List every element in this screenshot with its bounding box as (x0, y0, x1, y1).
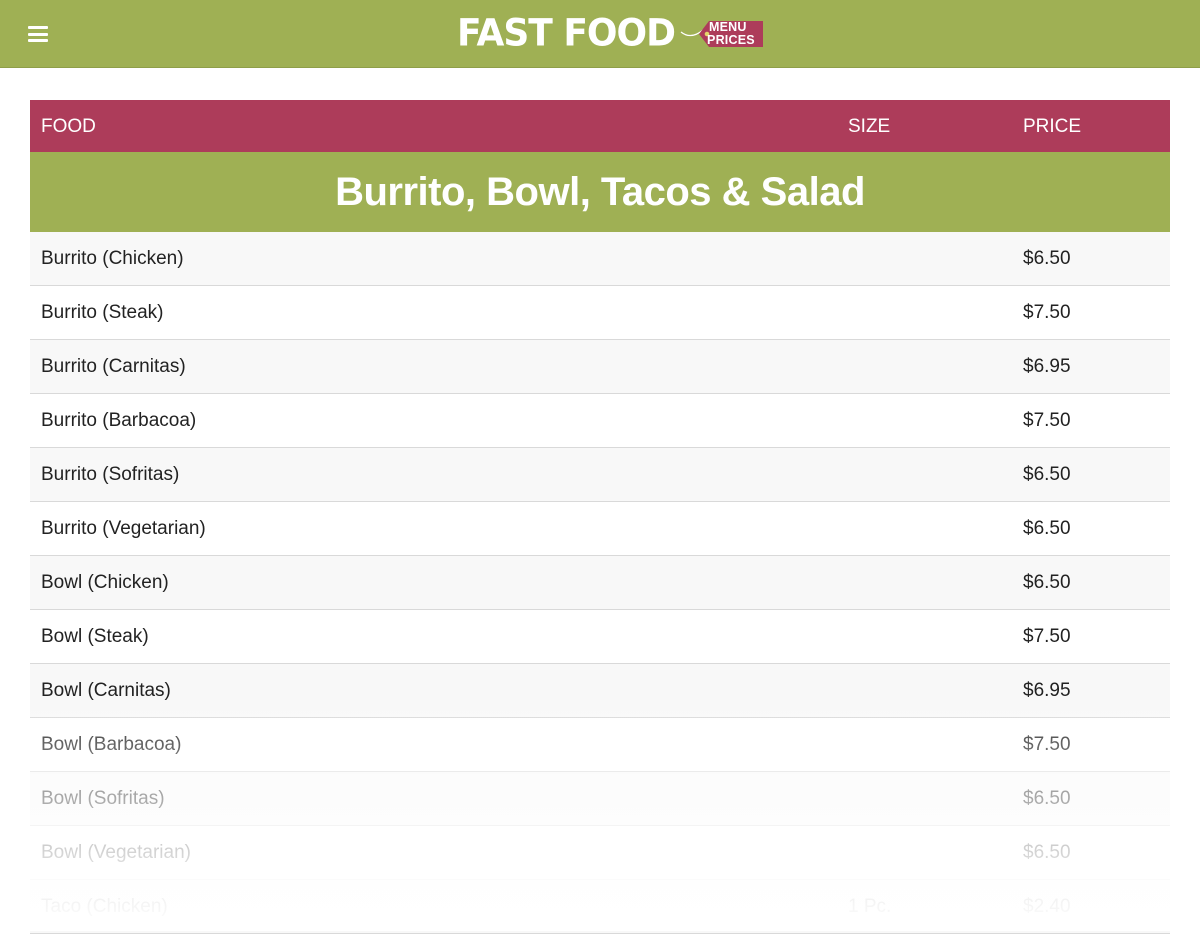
table-row: Bowl (Barbacoa) $7.50 (30, 718, 1170, 772)
hamburger-icon[interactable] (28, 26, 48, 42)
price-tag-icon: MENU PRICES (679, 18, 765, 50)
food-name: Bowl (Chicken) (41, 572, 169, 593)
food-price: $7.50 (1023, 626, 1071, 647)
table-row: Taco (Chicken) 1 Pc. $2.40 (30, 880, 1170, 934)
site-logo[interactable]: FAST FOOD MENU PRICES (457, 12, 765, 56)
food-price: $6.50 (1023, 788, 1071, 809)
food-price: $6.50 (1023, 572, 1071, 593)
food-price: $6.95 (1023, 356, 1071, 377)
food-name: Burrito (Sofritas) (41, 464, 180, 485)
table-header: FOOD SIZE PRICE (30, 100, 1170, 152)
section-title: Burrito, Bowl, Tacos & Salad (30, 152, 1170, 232)
table-row: Burrito (Steak) $7.50 (30, 286, 1170, 340)
logo-main-text: FAST FOOD (457, 11, 676, 55)
food-size: 1 Pc. (848, 896, 892, 917)
food-name: Burrito (Vegetarian) (41, 518, 206, 539)
table-row: Burrito (Vegetarian) $6.50 (30, 502, 1170, 556)
food-price: $7.50 (1023, 410, 1071, 431)
food-name: Bowl (Carnitas) (41, 680, 171, 701)
column-header-price: PRICE (1023, 116, 1082, 137)
table-row: Bowl (Vegetarian) $6.50 (30, 826, 1170, 880)
site-header: FAST FOOD MENU PRICES (0, 0, 1200, 68)
food-name: Burrito (Steak) (41, 302, 164, 323)
food-name: Bowl (Sofritas) (41, 788, 165, 809)
table-row: Bowl (Carnitas) $6.95 (30, 664, 1170, 718)
table-row: Bowl (Chicken) $6.50 (30, 556, 1170, 610)
column-header-size: SIZE (848, 116, 891, 137)
food-price: $6.50 (1023, 248, 1071, 269)
table-row: Burrito (Barbacoa) $7.50 (30, 394, 1170, 448)
food-price: $6.95 (1023, 680, 1071, 701)
food-price: $7.50 (1023, 734, 1071, 755)
logo-tag-line2: PRICES (707, 33, 755, 47)
food-price: $7.50 (1023, 302, 1071, 323)
food-price: $6.50 (1023, 842, 1071, 863)
price-table: FOOD SIZE PRICE Burrito, Bowl, Tacos & S… (30, 100, 1170, 934)
food-name: Bowl (Vegetarian) (41, 842, 191, 863)
table-row: Burrito (Sofritas) $6.50 (30, 448, 1170, 502)
food-name: Bowl (Barbacoa) (41, 734, 182, 755)
food-name: Burrito (Carnitas) (41, 356, 186, 377)
table-row: Burrito (Chicken) $6.50 (30, 232, 1170, 286)
table-row: Bowl (Sofritas) $6.50 (30, 772, 1170, 826)
food-name: Burrito (Chicken) (41, 248, 184, 269)
column-header-food: FOOD (41, 116, 96, 137)
food-price: $6.50 (1023, 518, 1071, 539)
table-row: Bowl (Steak) $7.50 (30, 610, 1170, 664)
food-name: Taco (Chicken) (41, 896, 168, 917)
table-body: Burrito (Chicken) $6.50 Burrito (Steak) … (30, 232, 1170, 934)
food-name: Bowl (Steak) (41, 626, 149, 647)
table-row: Burrito (Carnitas) $6.95 (30, 340, 1170, 394)
food-price: $2.40 (1023, 896, 1071, 917)
food-price: $6.50 (1023, 464, 1071, 485)
food-name: Burrito (Barbacoa) (41, 410, 197, 431)
